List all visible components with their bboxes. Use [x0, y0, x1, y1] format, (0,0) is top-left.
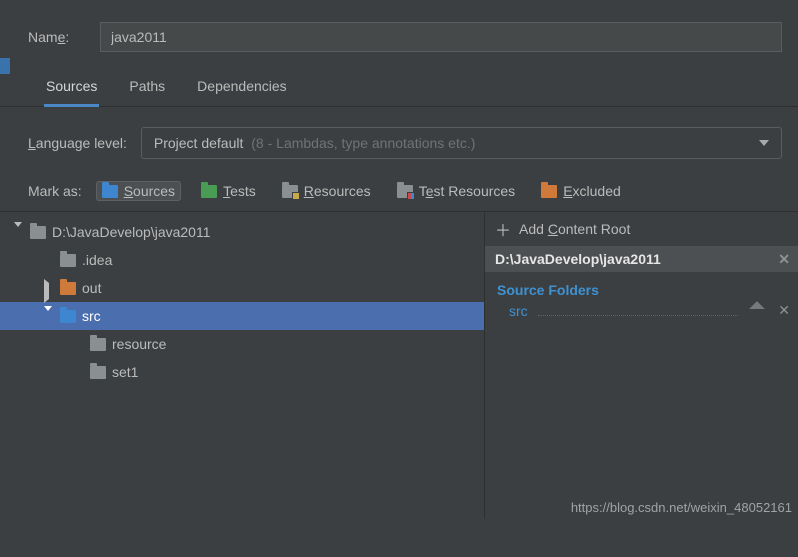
language-level-hint: (8 - Lambdas, type annotations etc.): [251, 135, 475, 151]
name-row: Name:: [0, 0, 798, 52]
mark-as-row: Mark as: Sources Tests Resources Test Re…: [0, 159, 798, 211]
left-accent: [0, 58, 10, 74]
spacer: [74, 367, 84, 377]
folder-resources-icon: [282, 185, 298, 198]
folder-icon: [30, 226, 46, 239]
spacer: [74, 339, 84, 349]
folder-icon: [90, 338, 106, 351]
expand-icon[interactable]: [44, 283, 54, 293]
close-icon[interactable]: ✕: [778, 302, 790, 319]
language-level-text: Project default: [154, 135, 244, 151]
folder-sources-icon: [102, 185, 118, 198]
mark-test-resources-label: Test Resources: [419, 183, 516, 199]
folder-icon: [60, 310, 76, 323]
language-level-label: Language level:: [28, 135, 127, 151]
language-level-row: Language level: Project default (8 - Lam…: [0, 107, 798, 159]
name-input[interactable]: [100, 22, 782, 52]
mark-tests-label: Tests: [223, 183, 256, 199]
content-root-path[interactable]: D:\JavaDevelop\java2011 ✕: [485, 246, 798, 272]
add-content-root[interactable]: ＋ Add Content Root: [485, 212, 798, 246]
tree-out-label: out: [82, 280, 101, 296]
folder-icon: [60, 254, 76, 267]
source-folders-title: Source Folders: [485, 272, 798, 300]
tree-src[interactable]: src: [0, 302, 484, 330]
directory-tree[interactable]: D:\JavaDevelop\java2011 .idea out src re…: [0, 211, 485, 519]
folder-icon: [60, 282, 76, 295]
source-folder-label: src: [509, 303, 528, 319]
add-content-root-label: Add Content Root: [519, 221, 630, 237]
mark-sources-label: Sources: [124, 183, 175, 199]
tab-paths[interactable]: Paths: [127, 78, 167, 106]
lower-split: D:\JavaDevelop\java2011 .idea out src re…: [0, 211, 798, 519]
tree-resource[interactable]: resource: [0, 330, 484, 358]
name-label: Name:: [28, 29, 100, 45]
tree-resource-label: resource: [112, 336, 166, 352]
plus-icon: ＋: [495, 217, 511, 241]
tree-set1[interactable]: set1: [0, 358, 484, 386]
tabs: Sources Paths Dependencies: [0, 52, 798, 107]
mark-resources[interactable]: Resources: [276, 181, 377, 201]
mark-resources-label: Resources: [304, 183, 371, 199]
mark-as-label: Mark as:: [28, 183, 82, 199]
tree-out[interactable]: out: [0, 274, 484, 302]
mark-tests[interactable]: Tests: [195, 181, 262, 201]
mark-excluded-label: Excluded: [563, 183, 621, 199]
folder-test-resources-icon: [397, 185, 413, 198]
content-root-panel: ＋ Add Content Root D:\JavaDevelop\java20…: [485, 211, 798, 519]
watermark: https://blog.csdn.net/weixin_48052161: [571, 500, 792, 515]
close-icon[interactable]: ✕: [778, 251, 790, 268]
source-folder-item[interactable]: src ✕: [485, 300, 798, 319]
folder-tests-icon: [201, 185, 217, 198]
spacer: [44, 255, 54, 265]
mark-test-resources[interactable]: Test Resources: [391, 181, 522, 201]
tree-root[interactable]: D:\JavaDevelop\java2011: [0, 218, 484, 246]
folder-excluded-icon: [541, 185, 557, 198]
content-root-path-label: D:\JavaDevelop\java2011: [495, 251, 661, 267]
tree-src-label: src: [82, 308, 101, 324]
tree-set1-label: set1: [112, 364, 138, 380]
mark-sources[interactable]: Sources: [96, 181, 181, 201]
expand-icon[interactable]: [44, 311, 54, 321]
folder-icon: [90, 366, 106, 379]
pencil-icon[interactable]: [747, 301, 767, 321]
tree-idea[interactable]: .idea: [0, 246, 484, 274]
tree-idea-label: .idea: [82, 252, 112, 268]
tab-sources[interactable]: Sources: [44, 78, 99, 107]
tree-root-label: D:\JavaDevelop\java2011: [52, 224, 211, 240]
language-level-value: Project default (8 - Lambdas, type annot…: [154, 135, 476, 151]
filler-line: [538, 306, 739, 316]
tab-dependencies[interactable]: Dependencies: [195, 78, 289, 106]
language-level-select[interactable]: Project default (8 - Lambdas, type annot…: [141, 127, 782, 159]
mark-excluded[interactable]: Excluded: [535, 181, 627, 201]
expand-icon[interactable]: [14, 227, 24, 237]
chevron-down-icon: [759, 140, 769, 146]
